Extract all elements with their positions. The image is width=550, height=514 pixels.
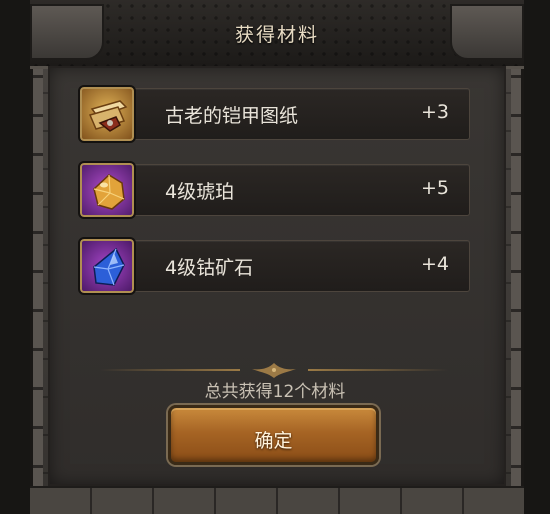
item-name: 4级琥珀: [165, 181, 235, 203]
item-name: 4级钴矿石: [165, 257, 254, 279]
divider-line-right: [308, 369, 448, 371]
reward-item-row: 4级琥珀 +5: [78, 161, 470, 219]
total-materials-text: 总共获得12个材料: [204, 382, 346, 402]
dialog-title-bar: 获得材料: [30, 0, 524, 69]
item-quantity: +5: [420, 177, 449, 199]
item-name: 古老的铠甲图纸: [165, 105, 299, 127]
amber-gem-icon: [78, 161, 136, 219]
cobalt-ore-icon: [78, 237, 136, 295]
item-quantity: +3: [420, 101, 449, 123]
reward-item-row: 4级钴矿石 +4: [78, 237, 470, 295]
confirm-button-label: 确定: [254, 430, 293, 452]
confirm-button[interactable]: 确定: [168, 405, 379, 465]
dialog-bottom-border: [30, 486, 524, 514]
dialog-title: 获得材料: [234, 24, 319, 46]
item-quantity: +4: [420, 253, 449, 275]
reward-item-row: 古老的铠甲图纸 +3: [78, 85, 470, 143]
armor-blueprint-icon: [78, 85, 136, 143]
